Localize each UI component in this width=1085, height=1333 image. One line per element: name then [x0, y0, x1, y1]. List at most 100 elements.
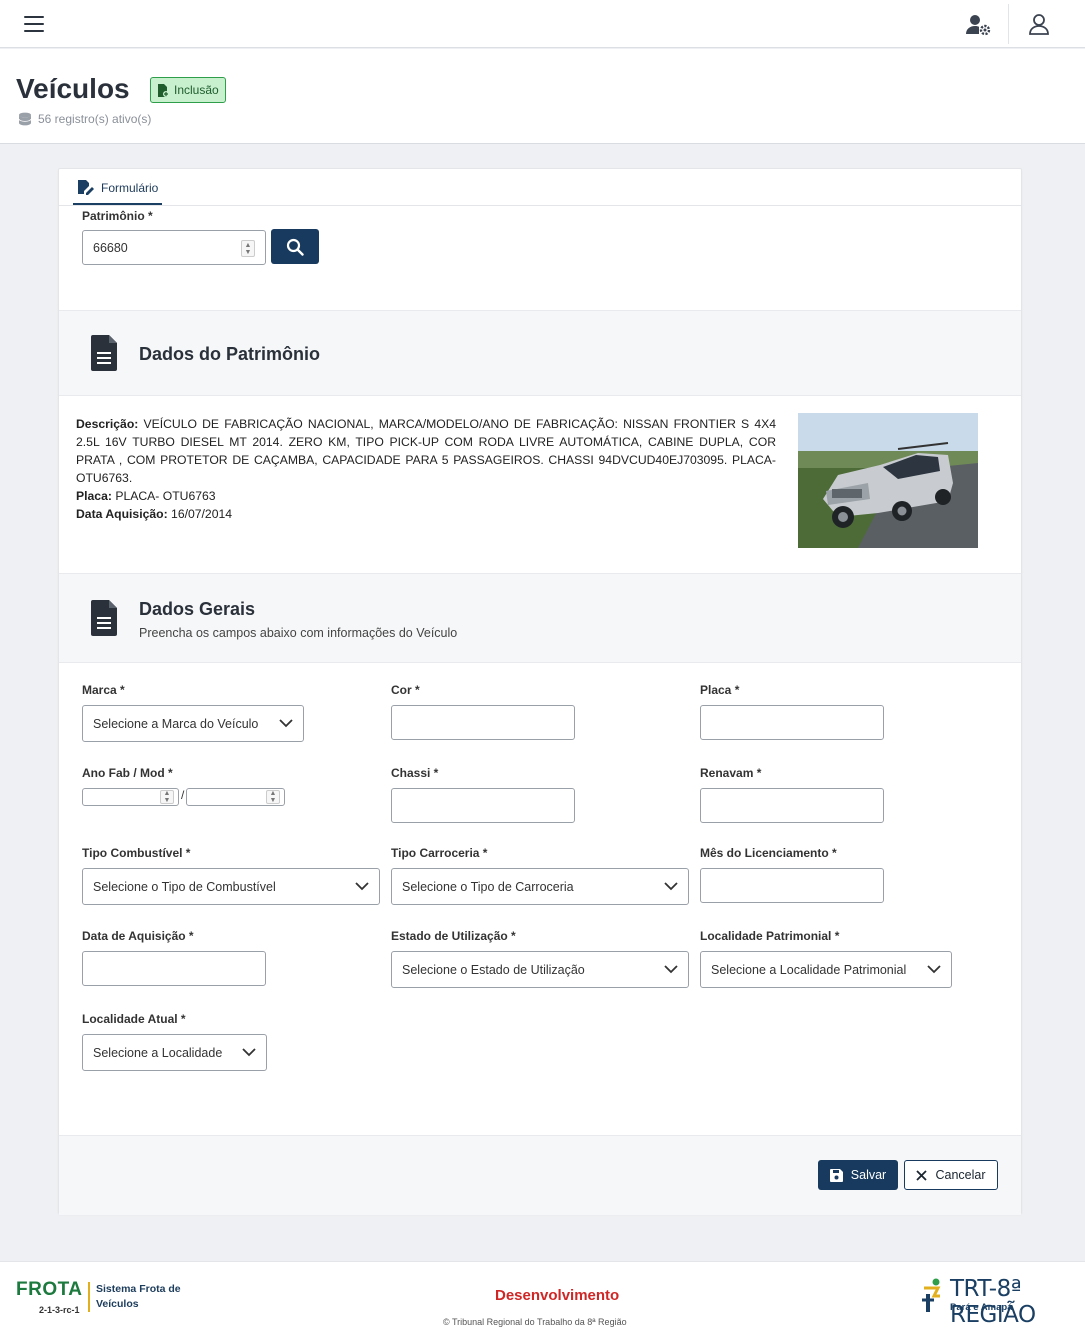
top-bar	[0, 0, 1085, 48]
ano-fab-stepper[interactable]: ▲ ▼	[160, 790, 174, 804]
org-subtitle: Pará e Amapá	[950, 1302, 1013, 1313]
dados-patrimonio-header: Dados do Patrimônio	[59, 310, 1021, 396]
placa-line: Placa: PLACA- OTU6763	[76, 487, 776, 505]
placa-input[interactable]	[700, 705, 884, 740]
cancel-button-label: Cancelar	[935, 1168, 986, 1182]
vehicle-photo	[798, 413, 978, 548]
file-add-icon	[158, 83, 169, 97]
cancel-button[interactable]: Cancelar	[904, 1160, 998, 1190]
chevron-down-icon	[242, 1048, 256, 1057]
loc-atual-placeholder: Selecione a Localidade	[93, 1045, 223, 1060]
chevron-down-icon	[664, 965, 678, 974]
hamburger-icon[interactable]	[22, 14, 46, 34]
environment-label: Desenvolvimento	[495, 1287, 620, 1304]
status-badge-label: Inclusão	[174, 83, 219, 97]
marca-select[interactable]: Selecione a Marca do Veículo	[82, 705, 304, 742]
save-button[interactable]: Salvar	[818, 1160, 898, 1190]
loc-patrimonial-select[interactable]: Selecione a Localidade Patrimonial	[700, 951, 952, 988]
document-icon	[91, 600, 117, 636]
combustivel-label: Tipo Combustível *	[82, 846, 191, 860]
marca-label: Marca *	[82, 683, 125, 697]
ano-fab-input[interactable]: ▲ ▼	[82, 788, 179, 806]
aquisicao-input[interactable]	[82, 951, 266, 986]
search-icon	[286, 238, 304, 256]
edit-form-icon	[78, 180, 94, 195]
brand-divider	[88, 1282, 90, 1312]
chassi-label: Chassi *	[391, 766, 439, 780]
floppy-disk-icon	[829, 1168, 843, 1182]
combustivel-select[interactable]: Selecione o Tipo de Combustível	[82, 868, 380, 905]
tab-divider	[59, 205, 1021, 206]
brand-logo: FROTA	[16, 1279, 83, 1300]
search-button[interactable]	[271, 229, 319, 264]
carroceria-label: Tipo Carroceria *	[391, 846, 488, 860]
combustivel-placeholder: Selecione o Tipo de Combustível	[93, 879, 276, 894]
patrimonio-input[interactable]: 66680 ▲ ▼	[82, 230, 266, 265]
chassi-input[interactable]	[391, 788, 575, 823]
patrimonio-stepper[interactable]: ▲ ▼	[241, 240, 255, 257]
ano-label: Ano Fab / Mod *	[82, 766, 173, 780]
trt-mark-icon	[922, 1278, 941, 1312]
cor-label: Cor *	[391, 683, 420, 697]
copyright: © Tribunal Regional do Trabalho da 8ª Re…	[443, 1317, 627, 1327]
save-button-label: Salvar	[850, 1168, 887, 1182]
database-icon	[18, 112, 32, 126]
dados-gerais-header: Dados Gerais Preencha os campos abaixo c…	[59, 573, 1021, 663]
data-aquisicao-label: Data Aquisição:	[76, 507, 168, 521]
loc-atual-select[interactable]: Selecione a Localidade	[82, 1034, 267, 1071]
licenciamento-input[interactable]	[700, 868, 884, 903]
ano-mod-input[interactable]: ▲ ▼	[186, 788, 285, 806]
page-header: Veículos Inclusão 56 registro(s) ativo(s…	[0, 49, 1085, 144]
estado-select[interactable]: Selecione o Estado de Utilização	[391, 951, 689, 988]
patrimonio-value: 66680	[93, 240, 128, 255]
licenciamento-label: Mês do Licenciamento *	[700, 846, 837, 860]
system-name: Sistema Frota de Veículos	[96, 1283, 181, 1310]
descricao-text: VEÍCULO DE FABRICAÇÃO NACIONAL, MARCA/MO…	[76, 417, 776, 485]
chevron-down-icon	[664, 882, 678, 891]
carroceria-select[interactable]: Selecione o Tipo de Carroceria	[391, 868, 689, 905]
estado-placeholder: Selecione o Estado de Utilização	[402, 962, 585, 977]
patrimonio-description: Descrição: VEÍCULO DE FABRICAÇÃO NACIONA…	[76, 415, 776, 523]
loc-atual-label: Localidade Atual *	[82, 1012, 186, 1026]
form-card: Formulário Patrimônio * 66680 ▲ ▼ Dados d…	[58, 168, 1022, 1215]
carroceria-placeholder: Selecione o Tipo de Carroceria	[402, 879, 574, 894]
loc-patrimonial-placeholder: Selecione a Localidade Patrimonial	[711, 962, 907, 977]
estado-label: Estado de Utilização *	[391, 929, 516, 943]
cor-input[interactable]	[391, 705, 575, 740]
document-icon	[91, 335, 117, 371]
placa-value: PLACA- OTU6763	[115, 489, 216, 503]
records-count: 56 registro(s) ativo(s)	[18, 112, 151, 126]
loc-patrimonial-label: Localidade Patrimonial *	[700, 929, 840, 943]
aquisicao-label: Data de Aquisição *	[82, 929, 194, 943]
dados-gerais-subtitle: Preencha os campos abaixo com informaçõe…	[139, 626, 458, 640]
status-badge: Inclusão	[150, 77, 226, 103]
marca-placeholder: Selecione a Marca do Veículo	[93, 716, 259, 731]
topbar-divider	[1008, 4, 1009, 44]
data-aquisicao-value: 16/07/2014	[171, 507, 233, 521]
ano-separator: /	[181, 788, 185, 802]
renavam-input[interactable]	[700, 788, 884, 823]
data-aquisicao-line: Data Aquisição: 16/07/2014	[76, 505, 776, 523]
chevron-down-icon	[279, 719, 293, 728]
app-version: 2-1-3-rc-1	[39, 1305, 80, 1315]
tab-formulario[interactable]: Formulário	[73, 173, 163, 205]
descricao-line: Descrição: VEÍCULO DE FABRICAÇÃO NACIONA…	[76, 415, 776, 487]
tab-formulario-label: Formulário	[101, 181, 159, 195]
close-icon	[916, 1169, 928, 1181]
dados-gerais-title: Dados Gerais	[139, 599, 256, 619]
page-footer: FROTA 2-1-3-rc-1 Sistema Frota de Veícul…	[0, 1261, 1085, 1333]
user-gear-icon[interactable]	[964, 12, 992, 38]
placa-label: Placa:	[76, 489, 112, 503]
placa-field-label: Placa *	[700, 683, 740, 697]
renavam-label: Renavam *	[700, 766, 762, 780]
org-logo: TRT-8ª REGIÃO Pará e Amapá	[920, 1276, 1070, 1328]
dados-patrimonio-title: Dados do Patrimônio	[139, 344, 321, 364]
ano-mod-stepper[interactable]: ▲ ▼	[266, 790, 280, 804]
form-actions: Salvar Cancelar	[59, 1135, 1021, 1215]
user-icon[interactable]	[1025, 12, 1053, 38]
records-count-label: 56 registro(s) ativo(s)	[38, 112, 152, 126]
patrimonio-label: Patrimônio *	[82, 209, 153, 223]
descricao-label: Descrição:	[76, 417, 139, 431]
page-title: Veículos	[16, 73, 130, 104]
chevron-down-icon	[355, 882, 369, 891]
